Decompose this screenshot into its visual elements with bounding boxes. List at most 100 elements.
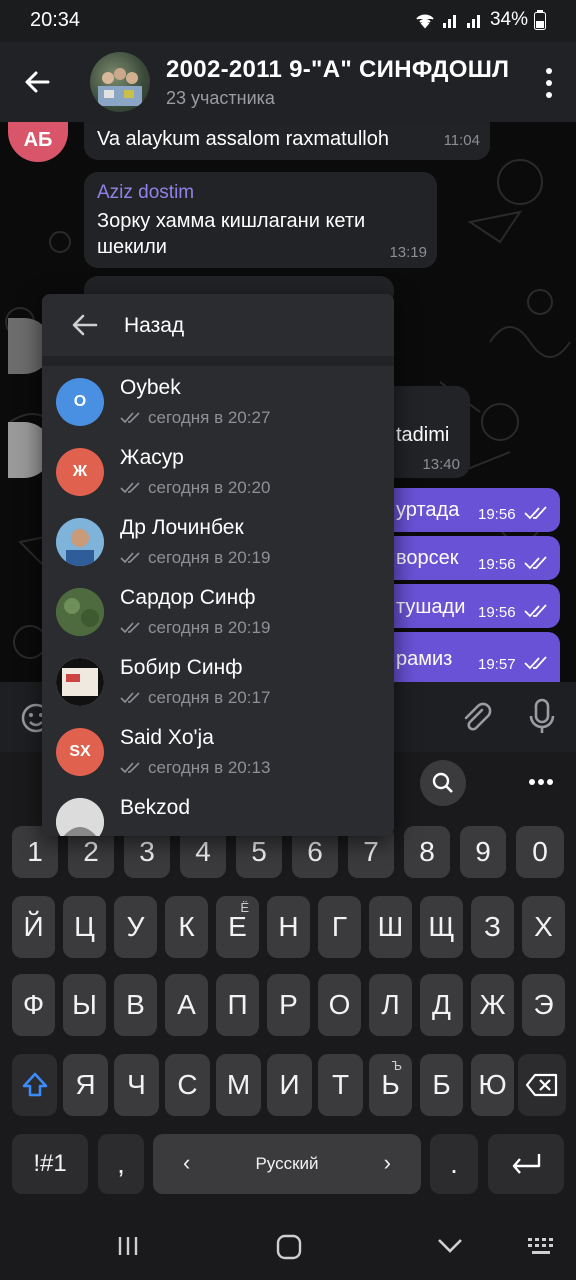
microphone-icon[interactable] <box>528 698 556 736</box>
reader-status: сегодня в 20:19 <box>120 618 270 638</box>
key-letter[interactable]: Д <box>420 974 463 1036</box>
key-letter[interactable]: О <box>318 974 361 1036</box>
space-key[interactable]: ‹ Русский › <box>153 1134 421 1194</box>
reader-time: сегодня в 20:19 <box>148 618 271 637</box>
key-letter[interactable]: В <box>114 974 157 1036</box>
keyboard-search-button[interactable] <box>420 760 466 806</box>
reader-status: сегодня в 20:27 <box>120 408 270 428</box>
comma-key[interactable]: , <box>98 1134 144 1194</box>
home-icon[interactable] <box>276 1234 302 1260</box>
back-arrow-icon[interactable] <box>70 310 100 340</box>
key-letter[interactable]: З <box>471 896 514 958</box>
key-9[interactable]: 9 <box>460 826 506 878</box>
reader-time: сегодня в 20:19 <box>148 548 271 567</box>
key-letter[interactable]: Л <box>369 974 412 1036</box>
key-letter[interactable]: Ж <box>471 974 514 1036</box>
keyboard-switch-icon[interactable] <box>526 1236 556 1258</box>
double-check-icon <box>524 506 547 520</box>
key-letter[interactable]: У <box>114 896 157 958</box>
chat-title[interactable]: 2002-2011 9-"А" СИНФДОШЛ <box>166 56 516 84</box>
key-8[interactable]: 8 <box>404 826 450 878</box>
message-text: ворсек <box>396 547 459 569</box>
reader-avatar-photo <box>56 588 104 636</box>
message-time: 13:19 <box>389 244 427 261</box>
key-letter[interactable]: Ф <box>12 974 55 1036</box>
message-text: рамиз <box>396 648 453 670</box>
reader-row[interactable]: O Oybek сегодня в 20:27 <box>42 366 394 436</box>
sender-name[interactable]: Aziz dostim <box>97 182 194 204</box>
outgoing-message[interactable]: ворсек 19:56 <box>386 536 560 580</box>
shift-key[interactable] <box>12 1054 57 1116</box>
key-letter[interactable]: Р <box>267 974 310 1036</box>
status-bar: 20:34 34% <box>0 0 576 42</box>
double-check-icon <box>524 556 547 570</box>
hide-keyboard-icon[interactable] <box>436 1236 464 1256</box>
period-key[interactable]: . <box>430 1134 478 1194</box>
group-avatar[interactable] <box>90 52 150 112</box>
reader-row[interactable]: Bekzod <box>42 786 394 836</box>
key-letter[interactable]: Ц <box>63 896 106 958</box>
backspace-key[interactable] <box>518 1054 566 1116</box>
key-letter[interactable]: Я <box>63 1054 108 1116</box>
message-text: tadimi <box>396 424 450 446</box>
reader-row[interactable]: SX Said Xo'ja сегодня в 20:13 <box>42 716 394 786</box>
chat-member-count: 23 участника <box>166 88 275 108</box>
key-letter[interactable]: Ю <box>471 1054 514 1116</box>
double-check-icon <box>120 552 140 564</box>
popup-header[interactable]: Назад <box>42 294 394 366</box>
reader-name: Жасур <box>120 446 184 469</box>
reader-name: Сардор Синф <box>120 586 256 609</box>
key-letter[interactable]: Ы <box>63 974 106 1036</box>
key-letter[interactable]: М <box>216 1054 261 1116</box>
search-icon <box>432 772 453 793</box>
message-bubble[interactable]: Aziz dostim Зорку хамма кишлагани кети ш… <box>84 172 437 268</box>
key-letter[interactable]: Х <box>522 896 565 958</box>
keyboard-more-icon[interactable] <box>528 778 554 786</box>
reader-status: сегодня в 20:13 <box>120 758 270 778</box>
reader-status: сегодня в 20:20 <box>120 478 270 498</box>
key-letter[interactable]: Т <box>318 1054 363 1116</box>
reader-time: сегодня в 20:17 <box>148 688 271 707</box>
recent-apps-icon[interactable] <box>116 1234 140 1258</box>
key-letter[interactable]: Э <box>522 974 565 1036</box>
key-letter[interactable]: Ш <box>369 896 412 958</box>
navigation-bar <box>0 1214 576 1280</box>
reader-row[interactable]: Др Лочинбек сегодня в 20:19 <box>42 506 394 576</box>
enter-key[interactable] <box>488 1134 564 1194</box>
key-letter-e[interactable]: ЕЁ <box>216 896 259 958</box>
key-0[interactable]: 0 <box>516 826 564 878</box>
reader-row[interactable]: Ж Жасур сегодня в 20:20 <box>42 436 394 506</box>
status-icons: 34% <box>414 9 546 31</box>
message-bubble[interactable]: Va alaykum assalom raxmatulloh 11:04 <box>84 122 490 160</box>
reader-avatar-photo <box>56 798 104 836</box>
key-letter[interactable]: И <box>267 1054 312 1116</box>
outgoing-message[interactable]: уртада 19:56 <box>386 488 560 532</box>
popup-back-label[interactable]: Назад <box>124 314 184 338</box>
key-letter[interactable]: Б <box>420 1054 463 1116</box>
symbols-key[interactable]: !#1 <box>12 1134 88 1194</box>
back-arrow-icon[interactable] <box>18 62 58 102</box>
outgoing-message[interactable]: тушади 19:56 <box>386 584 560 628</box>
key-letter[interactable]: А <box>165 974 208 1036</box>
chevron-left-icon: ‹ <box>183 1150 191 1175</box>
key-letter[interactable]: Н <box>267 896 310 958</box>
key-letter[interactable]: П <box>216 974 259 1036</box>
reader-name: Oybek <box>120 376 181 399</box>
reader-name: Bekzod <box>120 796 191 819</box>
key-letter[interactable]: Й <box>12 896 55 958</box>
message-text: уртада <box>396 499 460 521</box>
key-letter[interactable]: С <box>165 1054 210 1116</box>
reader-row[interactable]: Сардор Синф сегодня в 20:19 <box>42 576 394 646</box>
key-letter[interactable]: Ч <box>114 1054 159 1116</box>
reader-avatar: Ж <box>56 448 104 496</box>
key-letter[interactable]: Г <box>318 896 361 958</box>
outgoing-message[interactable]: рамиз 19:57 <box>386 632 560 682</box>
wifi-icon <box>416 14 434 29</box>
attach-icon[interactable] <box>458 700 494 736</box>
key-letter[interactable]: К <box>165 896 208 958</box>
reader-row[interactable]: Бобир Синф сегодня в 20:17 <box>42 646 394 716</box>
key-letter[interactable]: Щ <box>420 896 463 958</box>
reader-time: сегодня в 20:27 <box>148 408 271 427</box>
more-options-icon[interactable] <box>544 66 554 100</box>
key-letter-soft[interactable]: ЬЪ <box>369 1054 412 1116</box>
